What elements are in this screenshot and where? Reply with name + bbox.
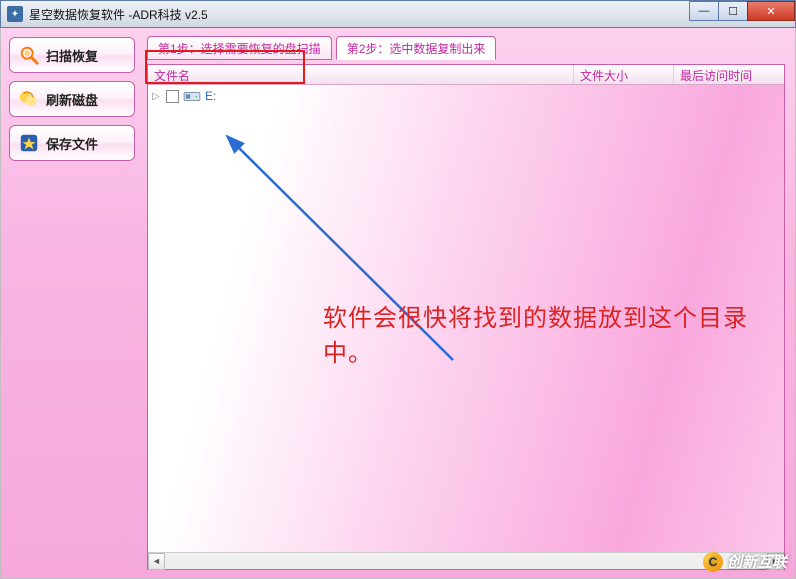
column-filesize[interactable]: 文件大小 — [574, 65, 674, 84]
refresh-icon — [18, 88, 40, 110]
maximize-button[interactable]: ☐ — [718, 1, 748, 21]
client-area: 扫描恢复 刷新磁盘 保存文件 第1 — [0, 28, 796, 579]
save-icon — [18, 132, 40, 154]
scroll-left-button[interactable]: ◄ — [148, 553, 165, 570]
drive-label: E: — [205, 89, 216, 103]
button-label: 保存文件 — [46, 134, 98, 153]
column-lastaccess[interactable]: 最后访问时间 — [674, 65, 784, 84]
tab-step1[interactable]: 第1步：选择需要恢复的盘扫描 — [147, 36, 332, 60]
watermark: C 创新互联 — [703, 551, 787, 572]
file-list-body[interactable]: ▷ E: — [148, 85, 784, 552]
scan-recover-button[interactable]: 扫描恢复 — [9, 37, 135, 73]
file-panel: 文件名 文件大小 最后访问时间 ▷ E: — [147, 64, 785, 570]
expand-icon[interactable]: ▷ — [152, 91, 162, 102]
minimize-button[interactable]: — — [689, 1, 719, 21]
annotation-arrow — [218, 135, 498, 375]
tab-label: 第2步：选中数据复制出来 — [347, 40, 486, 57]
file-list-header: 文件名 文件大小 最后访问时间 — [148, 65, 784, 85]
button-label: 刷新磁盘 — [46, 90, 98, 109]
drive-icon — [183, 89, 201, 103]
window-controls: — ☐ ✕ — [690, 1, 795, 21]
drive-checkbox[interactable] — [166, 90, 179, 103]
tab-label: 第1步：选择需要恢复的盘扫描 — [158, 40, 321, 57]
watermark-logo-icon: C — [703, 552, 723, 572]
drive-row[interactable]: ▷ E: — [148, 85, 784, 107]
titlebar: ✦ 星空数据恢复软件 -ADR科技 v2.5 — ☐ ✕ — [0, 0, 796, 28]
tabs: 第1步：选择需要恢复的盘扫描 第2步：选中数据复制出来 — [147, 36, 785, 60]
window-title: 星空数据恢复软件 -ADR科技 v2.5 — [29, 6, 208, 23]
magnifier-icon — [18, 44, 40, 66]
main-panel: 第1步：选择需要恢复的盘扫描 第2步：选中数据复制出来 文件名 文件大小 最后访… — [143, 28, 795, 578]
refresh-disk-button[interactable]: 刷新磁盘 — [9, 81, 135, 117]
button-label: 扫描恢复 — [46, 46, 98, 65]
tab-step2[interactable]: 第2步：选中数据复制出来 — [336, 36, 497, 60]
watermark-text: 创新互联 — [727, 551, 787, 572]
horizontal-scrollbar[interactable]: ◄ ► — [148, 552, 784, 569]
close-button[interactable]: ✕ — [747, 1, 795, 21]
column-filename[interactable]: 文件名 — [148, 65, 574, 84]
app-icon: ✦ — [7, 6, 23, 22]
save-file-button[interactable]: 保存文件 — [9, 125, 135, 161]
sidebar: 扫描恢复 刷新磁盘 保存文件 — [1, 28, 143, 578]
